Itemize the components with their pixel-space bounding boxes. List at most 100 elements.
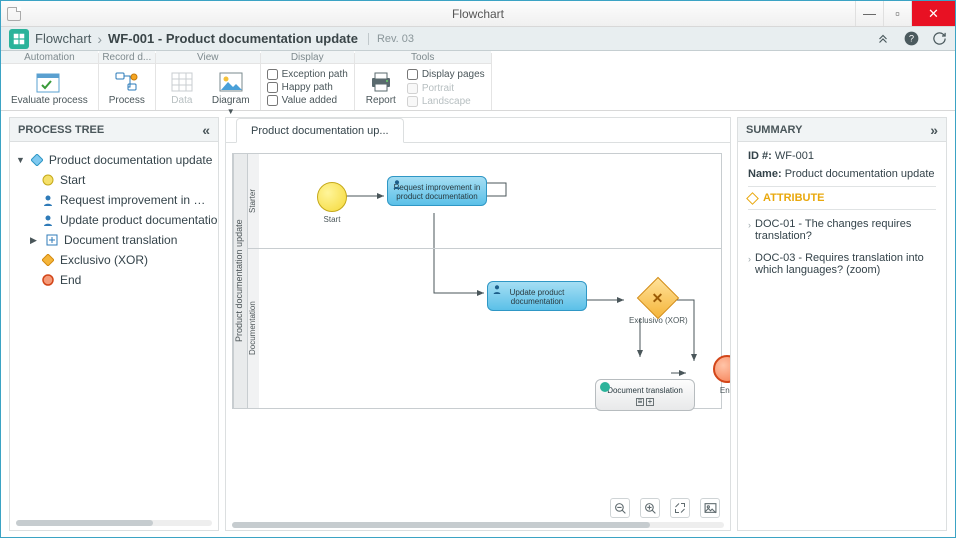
portrait-checkbox: Portrait bbox=[407, 83, 485, 94]
task-request-improvement[interactable]: Request improvement in product documenta… bbox=[387, 176, 487, 206]
tree-node-update[interactable]: Update product documentation bbox=[16, 210, 212, 230]
ribbon: Automation Evaluate process Record d... … bbox=[1, 51, 955, 111]
attribute-item[interactable]: › DOC-01 - The changes requires translat… bbox=[748, 216, 936, 244]
collapse-up-icon[interactable] bbox=[875, 31, 891, 47]
help-icon[interactable]: ? bbox=[903, 31, 919, 47]
tree-node-doctrans[interactable]: ▶ Document translation bbox=[16, 230, 212, 250]
tree-horizontal-scrollbar[interactable] bbox=[16, 520, 212, 526]
breadcrumb-root[interactable]: Flowchart bbox=[35, 31, 91, 46]
gateway-icon bbox=[41, 253, 55, 267]
lane-title: Starter bbox=[247, 154, 259, 248]
attribute-item[interactable]: › DOC-03 - Requires translation into whi… bbox=[748, 250, 936, 278]
ribbon-group-title: Display bbox=[261, 51, 354, 64]
process-button[interactable]: Process bbox=[105, 68, 149, 108]
ribbon-group-automation: Automation Evaluate process bbox=[1, 53, 99, 110]
ribbon-group-display: Display Exception path Happy path Value … bbox=[261, 53, 355, 110]
canvas-horizontal-scrollbar[interactable] bbox=[232, 522, 724, 528]
svg-text:?: ? bbox=[908, 34, 913, 44]
tree-node-xor[interactable]: Exclusivo (XOR) bbox=[16, 250, 212, 270]
tree-node-start[interactable]: Start bbox=[16, 170, 212, 190]
chevron-right-icon[interactable]: › bbox=[748, 252, 751, 276]
refresh-icon[interactable] bbox=[931, 31, 947, 47]
tree-root[interactable]: ▼ Product documentation update bbox=[16, 150, 212, 170]
main-area: PROCESS TREE « ▼ Product documentation u… bbox=[1, 111, 955, 537]
summary-id: ID #: WF-001 bbox=[748, 150, 936, 162]
maximize-button[interactable]: ▫ bbox=[883, 1, 911, 26]
user-task-icon bbox=[41, 193, 55, 207]
task-update-documentation[interactable]: Update product documentation bbox=[487, 281, 587, 311]
subprocess-marker-icon bbox=[600, 382, 610, 392]
summary-name: Name: Product documentation update bbox=[748, 168, 936, 180]
tree-node-request[interactable]: Request improvement in product documenta… bbox=[16, 190, 212, 210]
diagram-panel: Product documentation up... Product docu… bbox=[225, 117, 731, 531]
tools-options: Display pages Portrait Landscape bbox=[407, 68, 485, 107]
value-added-checkbox[interactable]: Value added bbox=[267, 95, 348, 106]
ribbon-group-tools: Tools Report Display pages Portrait Land… bbox=[355, 53, 492, 110]
bpmn-pool[interactable]: Product documentation update Starter Sta… bbox=[232, 153, 722, 409]
document-icon bbox=[7, 7, 21, 21]
landscape-checkbox: Landscape bbox=[407, 96, 485, 107]
diagram-tabbar: Product documentation up... bbox=[226, 117, 730, 143]
start-event-icon bbox=[41, 173, 55, 187]
breadcrumb-revision: Rev. 03 bbox=[368, 33, 414, 45]
end-event[interactable]: End bbox=[713, 355, 730, 395]
diagram-tab[interactable]: Product documentation up... bbox=[236, 118, 404, 143]
header-bar: Flowchart › WF-001 - Product documentati… bbox=[1, 27, 955, 51]
lane-documentation[interactable]: Documentation Update product documentati… bbox=[247, 249, 721, 408]
window-buttons: — ▫ ✕ bbox=[855, 1, 955, 26]
collapse-left-icon[interactable]: « bbox=[202, 122, 210, 138]
header-actions: ? bbox=[875, 31, 947, 47]
summary-panel: SUMMARY » ID #: WF-001 Name: Product doc… bbox=[737, 117, 947, 531]
ribbon-group-title: Tools bbox=[355, 51, 491, 64]
chevron-right-icon[interactable]: › bbox=[748, 218, 751, 242]
diamond-icon bbox=[746, 192, 759, 205]
attribute-section-header[interactable]: ATTRIBUTE bbox=[748, 186, 936, 210]
happy-path-checkbox[interactable]: Happy path bbox=[267, 82, 348, 93]
end-event-icon bbox=[41, 273, 55, 287]
image-icon bbox=[218, 70, 244, 94]
data-button: Data bbox=[162, 68, 202, 108]
lane-starter[interactable]: Starter Start Request improvement in pro… bbox=[247, 154, 721, 249]
expand-toggle[interactable]: ▼ bbox=[16, 155, 25, 165]
display-pages-checkbox[interactable]: Display pages bbox=[407, 69, 485, 80]
diagram-button[interactable]: Diagram ▼ bbox=[208, 68, 254, 118]
app-icon bbox=[9, 29, 29, 49]
ribbon-group-view: View Data Diagram ▼ bbox=[156, 53, 261, 110]
report-button[interactable]: Report bbox=[361, 68, 401, 108]
chevron-down-icon: ▼ bbox=[227, 107, 235, 116]
display-options: Exception path Happy path Value added bbox=[267, 68, 348, 106]
collapse-right-icon[interactable]: » bbox=[930, 122, 938, 138]
tree-node-end[interactable]: End bbox=[16, 270, 212, 290]
expand-toggle[interactable]: ▶ bbox=[30, 235, 40, 246]
grid-icon bbox=[169, 70, 195, 94]
breadcrumb-title: WF-001 - Product documentation update bbox=[108, 31, 358, 46]
user-task-icon bbox=[392, 179, 402, 189]
pool-title: Product documentation update bbox=[233, 154, 247, 408]
printer-icon bbox=[368, 70, 394, 94]
user-task-icon bbox=[492, 284, 502, 294]
start-event[interactable]: Start bbox=[317, 182, 347, 224]
zoom-out-button[interactable] bbox=[610, 498, 630, 518]
ribbon-group-title: View bbox=[156, 51, 260, 64]
process-tree-header: PROCESS TREE « bbox=[10, 118, 218, 142]
summary-body: ID #: WF-001 Name: Product documentation… bbox=[738, 142, 946, 286]
window-title: Flowchart bbox=[452, 7, 504, 21]
process-tree: ▼ Product documentation update Start Req… bbox=[10, 142, 218, 298]
summary-header: SUMMARY » bbox=[738, 118, 946, 142]
evaluate-process-button[interactable]: Evaluate process bbox=[7, 68, 92, 108]
fit-screen-button[interactable] bbox=[670, 498, 690, 518]
user-task-icon bbox=[41, 213, 55, 227]
image-export-button[interactable] bbox=[700, 498, 720, 518]
ribbon-group-title: Automation bbox=[1, 51, 98, 64]
gateway-xor[interactable]: ✕ Exclusivo (XOR) bbox=[629, 283, 688, 325]
exception-path-checkbox[interactable]: Exception path bbox=[267, 69, 348, 80]
close-button[interactable]: ✕ bbox=[911, 1, 955, 26]
titlebar: Flowchart — ▫ ✕ bbox=[1, 1, 955, 27]
zoom-in-button[interactable] bbox=[640, 498, 660, 518]
subprocess-icon bbox=[45, 233, 59, 247]
subprocess-document-translation[interactable]: Document translation ≡+ bbox=[595, 379, 695, 411]
process-node-icon bbox=[30, 153, 44, 167]
diagram-canvas[interactable]: Product documentation update Starter Sta… bbox=[226, 143, 730, 530]
process-tree-panel: PROCESS TREE « ▼ Product documentation u… bbox=[9, 117, 219, 531]
minimize-button[interactable]: — bbox=[855, 1, 883, 26]
